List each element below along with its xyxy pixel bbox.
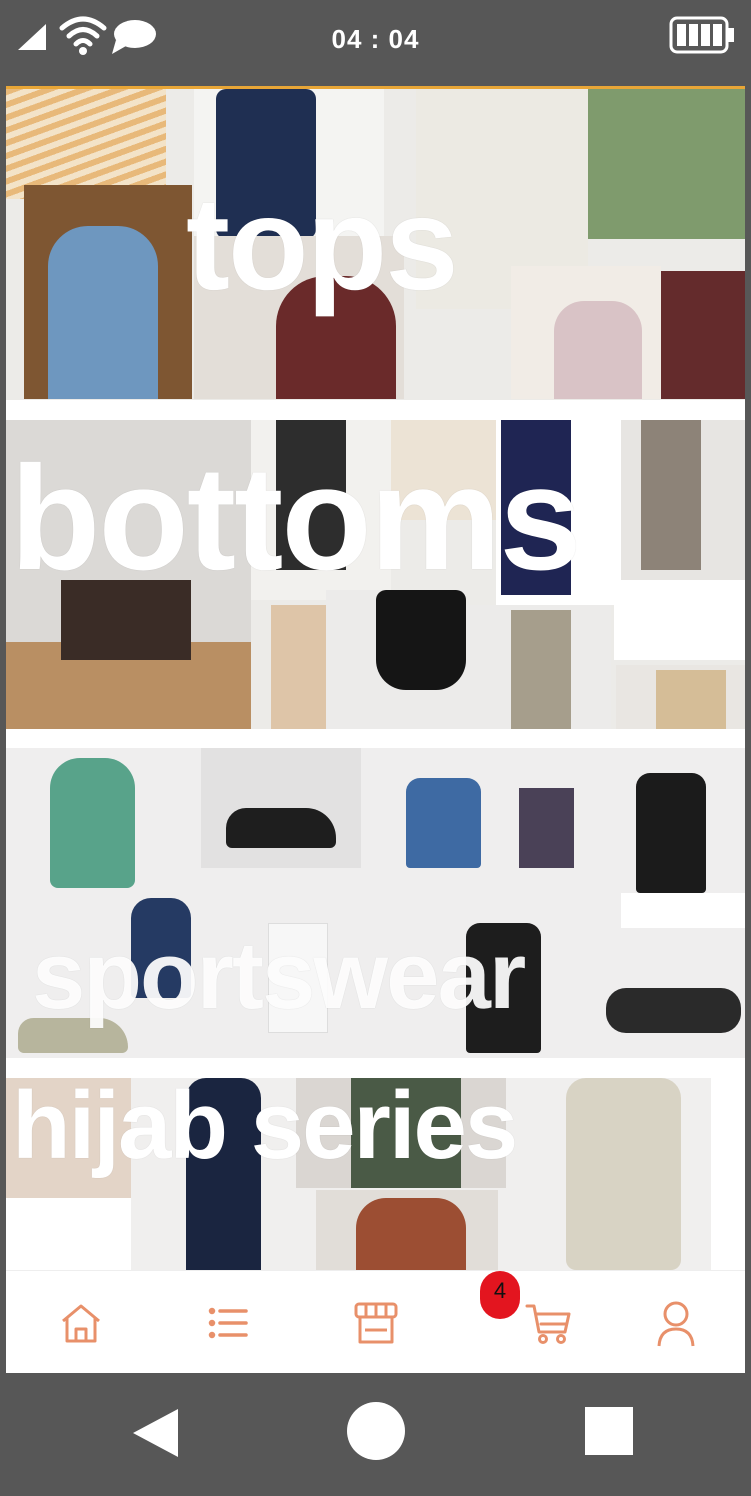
category-banner-tops[interactable]: tops: [6, 86, 745, 400]
list-icon: [208, 1307, 248, 1339]
app-screen: tops bottoms sportswear hijab series 4: [6, 86, 745, 1373]
category-banner-bottoms[interactable]: bottoms: [6, 420, 745, 729]
category-banner-hijab-series[interactable]: hijab series: [6, 1078, 745, 1270]
banner-title: tops: [186, 170, 459, 317]
photo-tile: [6, 1198, 131, 1270]
cart-icon: [525, 1304, 571, 1344]
photo-tile: [406, 778, 481, 868]
photo-tile: [511, 610, 571, 729]
recents-icon[interactable]: [584, 1406, 634, 1456]
nav-store[interactable]: [346, 1293, 406, 1353]
home-circle-icon[interactable]: [346, 1401, 406, 1461]
home-icon: [62, 1304, 100, 1343]
photo-tile: [636, 773, 706, 893]
photo-tile: [711, 1078, 745, 1270]
banner-title: sportswear: [32, 922, 526, 1029]
photo-tile: [656, 670, 726, 729]
photo-tile: [226, 808, 336, 848]
status-time: 04 : 04: [331, 24, 420, 54]
nav-home[interactable]: [51, 1293, 111, 1353]
photo-tile: [554, 301, 642, 399]
photo-tile: [356, 1198, 466, 1270]
photo-tile: [376, 590, 466, 690]
battery-icon: [669, 16, 734, 54]
photo-tile: [50, 758, 135, 888]
banner-title: bottoms: [10, 436, 582, 601]
photo-tile: [519, 788, 574, 868]
photo-tile: [641, 420, 701, 570]
nav-cart[interactable]: [518, 1293, 578, 1353]
cart-badge: 4: [480, 1271, 520, 1319]
banner-title: hijab series: [12, 1078, 518, 1179]
back-icon[interactable]: [130, 1405, 180, 1461]
bottom-nav: [6, 1270, 745, 1373]
nav-categories[interactable]: [198, 1293, 258, 1353]
category-banner-sportswear[interactable]: sportswear: [6, 748, 745, 1058]
photo-tile: [614, 580, 745, 660]
system-nav-bar: [0, 1373, 751, 1496]
accent-line: [6, 86, 745, 89]
store-icon: [354, 1302, 398, 1344]
photo-tile: [606, 988, 741, 1033]
photo-tile: [588, 89, 745, 239]
nav-profile[interactable]: [646, 1293, 706, 1353]
photo-tile: [271, 605, 331, 729]
device-frame: 04 : 04 tops bottoms sportswear hijab se…: [0, 0, 751, 1496]
profile-icon: [657, 1301, 695, 1347]
photo-tile: [566, 1078, 681, 1270]
status-bar: 04 : 04: [6, 6, 745, 86]
photo-tile: [48, 226, 158, 399]
photo-tile: [661, 271, 745, 399]
photo-tile: [6, 89, 166, 199]
photo-tile: [621, 893, 745, 928]
